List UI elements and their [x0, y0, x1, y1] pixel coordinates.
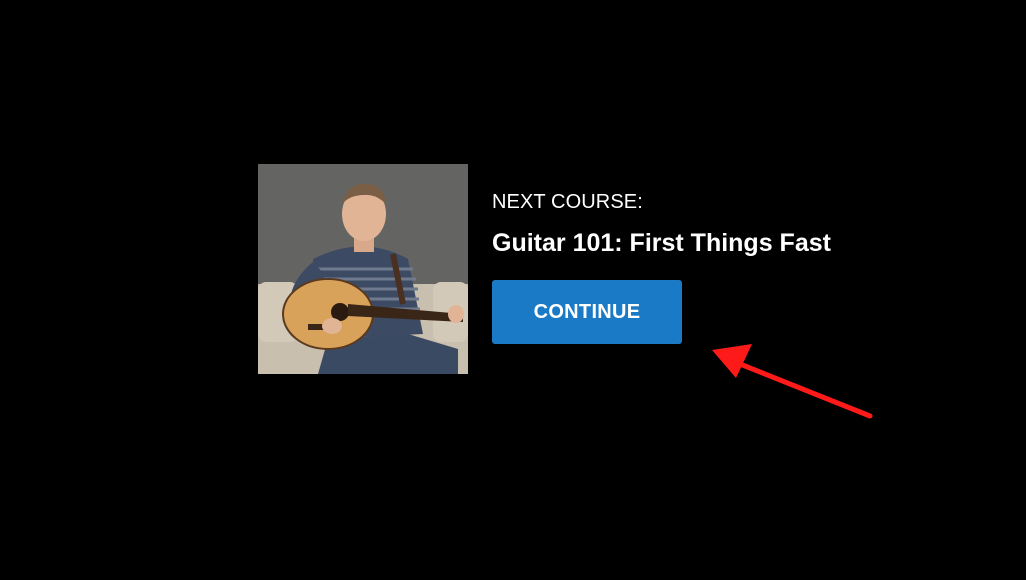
course-title: Guitar 101: First Things Fast — [492, 229, 831, 257]
instructor-photo-icon — [258, 164, 468, 374]
next-course-label: NEXT COURSE: — [492, 191, 643, 213]
red-arrow-icon — [712, 344, 873, 419]
course-thumbnail — [258, 164, 468, 374]
continue-button[interactable]: CONTINUE — [492, 280, 682, 344]
next-course-screen: NEXT COURSE: Guitar 101: First Things Fa… — [0, 0, 1026, 580]
